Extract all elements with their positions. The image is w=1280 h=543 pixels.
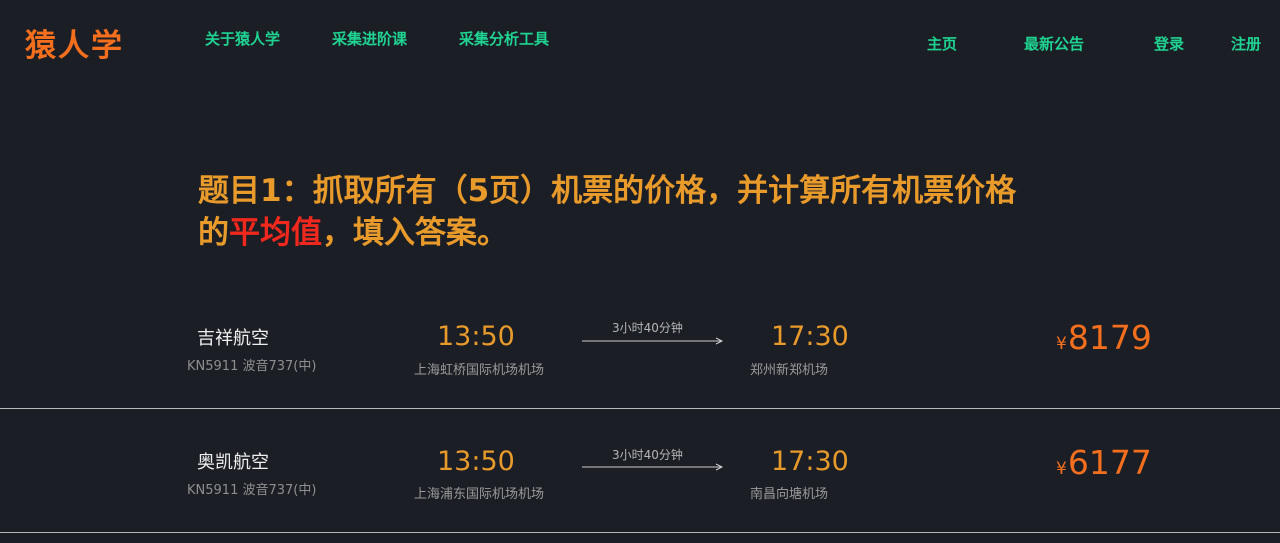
- airline-name: 吉祥航空: [197, 328, 269, 349]
- nav-login[interactable]: 登录: [1154, 33, 1184, 54]
- nav-analysis-tools[interactable]: 采集分析工具: [459, 28, 549, 49]
- currency-symbol: ¥: [1056, 459, 1067, 479]
- currency-symbol: ¥: [1056, 334, 1067, 354]
- flight-number: KN5911 波音737(中): [187, 483, 317, 498]
- question-heading: 题目1：抓取所有（5页）机票的价格，并计算所有机票价格的平均值，填入答案。: [198, 170, 1028, 254]
- arrival-airport: 南昌向塘机场: [750, 487, 829, 502]
- arrow-icon: [582, 463, 724, 471]
- departure-airport: 上海浦东国际机场机场: [414, 487, 545, 502]
- flight-row: 吉祥航空 KN5911 波音737(中) 13:50 上海虹桥国际机场机场 3小…: [0, 284, 1280, 409]
- price-value: 6177: [1067, 443, 1152, 482]
- flight-number: KN5911 波音737(中): [187, 359, 317, 374]
- price-value: 8179: [1067, 318, 1152, 357]
- ticket-price: ¥6177: [1056, 443, 1152, 482]
- nav-advanced-course[interactable]: 采集进阶课: [332, 28, 407, 49]
- question-highlight: 平均值: [229, 215, 322, 251]
- question-text-end: ，填入答案。: [322, 215, 508, 251]
- departure-airport: 上海虹桥国际机场机场: [414, 363, 545, 378]
- flight-row: 奥凯航空 KN5911 波音737(中) 13:50 上海浦东国际机场机场 3小…: [0, 408, 1280, 533]
- arrival-airport: 郑州新郑机场: [750, 363, 829, 378]
- arrival-time: 17:30: [771, 446, 849, 477]
- nav-announcements[interactable]: 最新公告: [1024, 33, 1084, 54]
- ticket-price: ¥8179: [1056, 318, 1152, 357]
- departure-time: 13:50: [437, 321, 515, 352]
- nav-home[interactable]: 主页: [927, 33, 957, 54]
- arrow-icon: [582, 337, 724, 345]
- airline-name: 奥凯航空: [197, 452, 269, 473]
- flight-duration: 3小时40分钟: [612, 448, 683, 462]
- nav-register[interactable]: 注册: [1231, 33, 1261, 54]
- nav-about[interactable]: 关于猿人学: [205, 28, 280, 49]
- arrival-time: 17:30: [771, 321, 849, 352]
- flight-duration: 3小时40分钟: [612, 321, 683, 335]
- departure-time: 13:50: [437, 446, 515, 477]
- site-logo[interactable]: 猿人学: [25, 20, 124, 65]
